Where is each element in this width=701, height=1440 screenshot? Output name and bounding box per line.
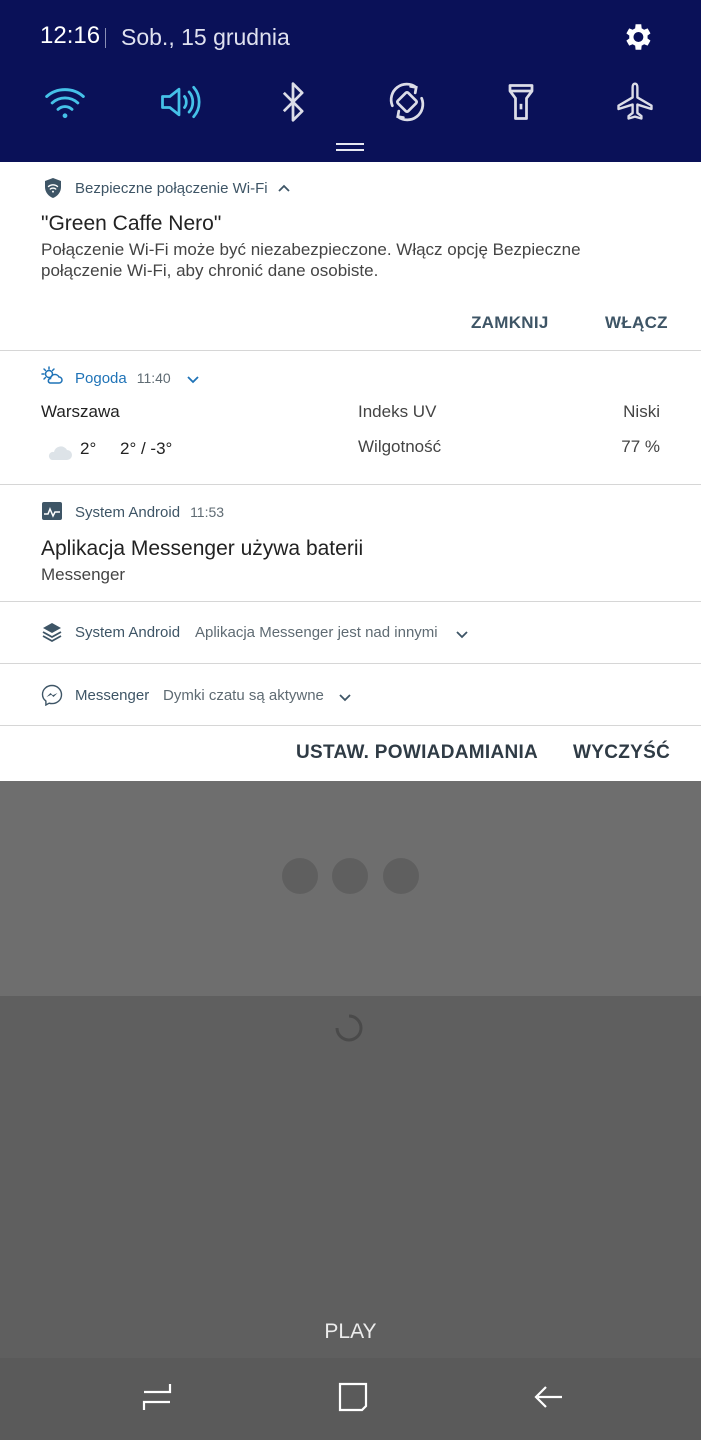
notification-settings-button[interactable]: USTAW. POWIADAMIANIA [296,742,538,764]
settings-gear-icon[interactable] [620,20,654,54]
overlay-app-name: System Android [75,624,181,641]
recents-icon[interactable] [140,1380,174,1414]
home-icon[interactable] [336,1380,370,1414]
status-separator [105,28,106,48]
loading-dot [332,858,368,894]
status-date: Sob., 15 grudnia [121,24,290,50]
battery-notification-subtitle: Messenger [41,565,126,584]
current-temperature: 2° [80,439,97,458]
loading-dot [282,858,318,894]
weather-notification[interactable]: Pogoda 11:40 Warszawa Indeks UV Niski 2° … [0,351,701,485]
sound-icon[interactable] [157,80,201,124]
messenger-icon [41,684,63,706]
temperature-range: 2° / -3° [120,439,173,458]
wifi-warning-line-1: Połączenie Wi-Fi może być niezabezpieczo… [41,240,581,259]
play-button[interactable]: PLAY [0,1320,701,1344]
uv-index-value: Niski [623,402,660,421]
loading-spinner-icon [335,1014,363,1042]
humidity-value: 77 % [621,437,660,456]
humidity-label: Wilgotność [358,437,442,456]
auto-rotate-icon[interactable] [385,80,429,124]
messenger-notification[interactable]: Messenger Dymki czatu są aktywne [0,664,701,726]
quick-settings-panel [0,0,701,162]
wifi-secure-notification[interactable]: Bezpieczne połączenie Wi-Fi "Green Caffe… [0,162,701,351]
close-button[interactable]: ZAMKNIJ [471,313,549,333]
status-time: 12:16 [40,22,101,49]
messenger-app-name: Messenger [75,687,150,704]
weather-partly-cloudy-icon [41,366,63,384]
chevron-down-icon[interactable] [454,626,470,642]
overlay-text: Aplikacja Messenger jest nad innymi [195,624,438,641]
panel-drag-handle[interactable] [336,143,364,151]
chevron-down-icon[interactable] [185,371,201,387]
loading-dot [383,858,419,894]
wifi-warning-line-2: połączenie Wi-Fi, aby chronić dane osobi… [41,261,379,280]
notification-panel: Bezpieczne połączenie Wi-Fi "Green Caffe… [0,162,701,781]
android-overlay-notification[interactable]: System Android Aplikacja Messenger jest … [0,602,701,664]
weather-app-name: Pogoda 11:40 [75,370,171,387]
wifi-icon[interactable] [43,80,87,124]
android-battery-notification[interactable]: System Android 11:53 Aplikacja Messenger … [0,485,701,602]
airplane-mode-icon[interactable] [613,80,657,124]
shield-wifi-icon [45,178,61,198]
flashlight-icon[interactable] [499,80,543,124]
messenger-text: Dymki czatu są aktywne [163,687,324,704]
bluetooth-icon[interactable] [271,80,315,124]
battery-notification-title: Aplikacja Messenger używa baterii [41,537,364,560]
enable-button[interactable]: WŁĄCZ [605,313,668,333]
layers-icon [42,623,62,643]
android-app-name: System Android 11:53 [75,504,225,521]
wifi-network-name: "Green Caffe Nero" [41,212,222,235]
wifi-secure-app-name: Bezpieczne połączenie Wi-Fi [75,180,268,197]
weather-city: Warszawa [41,402,120,421]
chevron-down-icon[interactable] [337,689,353,705]
system-monitor-icon [42,502,62,520]
cloud-icon [48,446,72,460]
back-icon[interactable] [532,1380,566,1414]
uv-index-label: Indeks UV [358,402,437,421]
clear-all-button[interactable]: WYCZYŚĆ [573,742,670,764]
chevron-up-icon[interactable] [276,181,292,197]
